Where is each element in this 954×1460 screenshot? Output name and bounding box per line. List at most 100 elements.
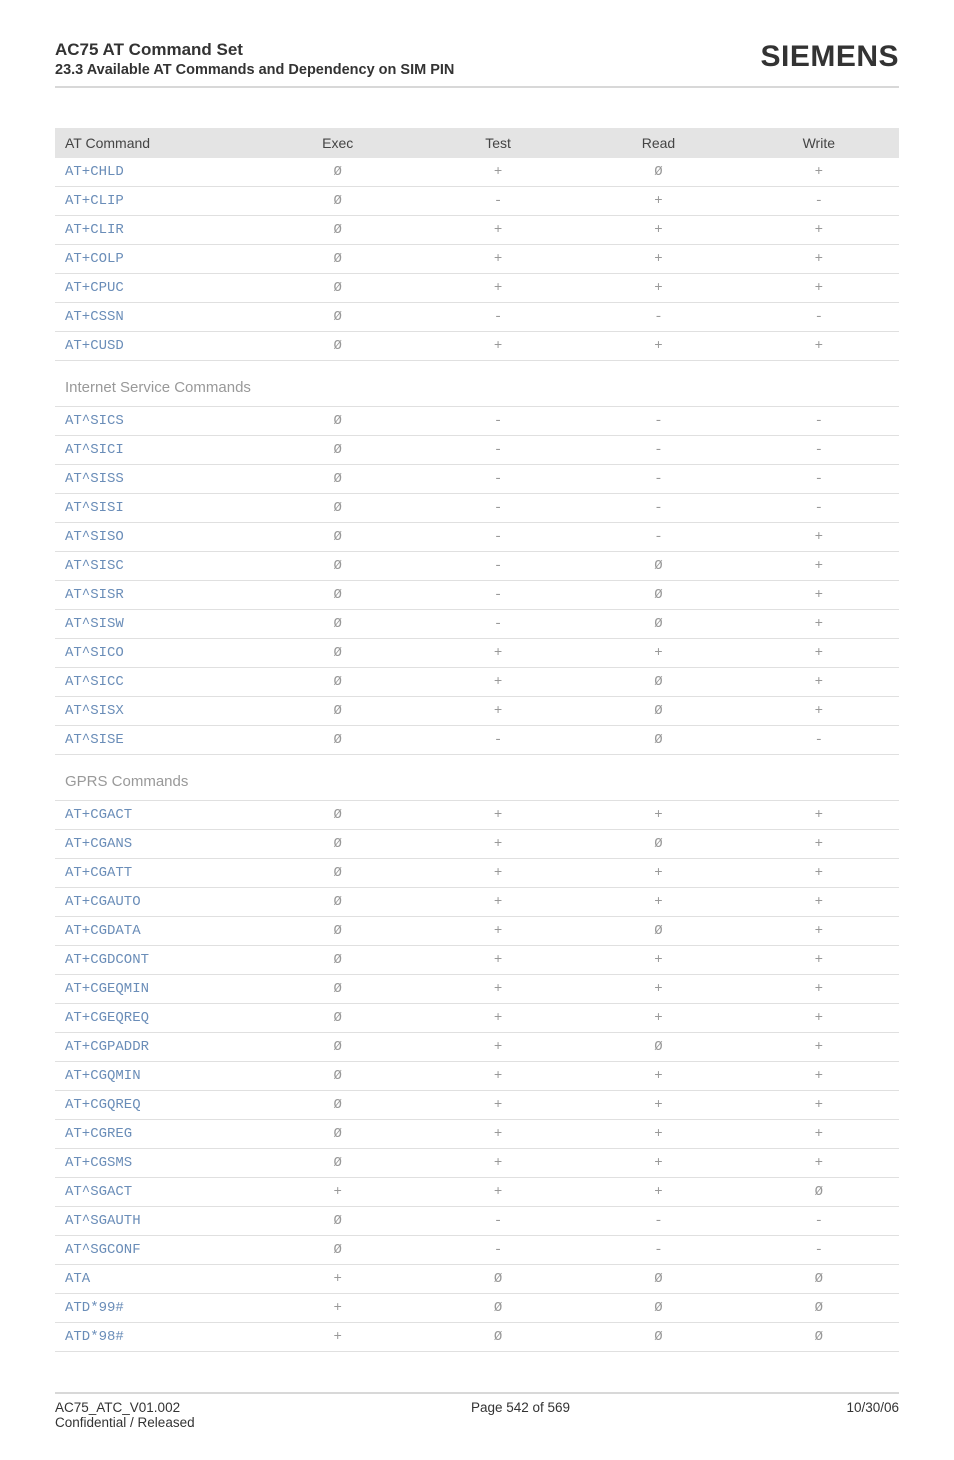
cell-exec: Ø [258,552,418,581]
at-command-link[interactable]: AT^SISX [55,697,258,726]
page-footer: AC75_ATC_V01.002 Confidential / Released… [55,1392,899,1430]
table-row: AT^SISWØ-Ø+ [55,610,899,639]
cell-test: + [418,830,578,859]
at-command-link[interactable]: AT+COLP [55,245,258,274]
col-test: Test [418,128,578,158]
at-command-link[interactable]: ATA [55,1265,258,1294]
at-command-link[interactable]: AT+CPUC [55,274,258,303]
cell-exec: Ø [258,245,418,274]
cell-test: - [418,187,578,216]
at-command-link[interactable]: ATD*99# [55,1294,258,1323]
cell-write: + [739,639,899,668]
table-row: AT+CGQMINØ+++ [55,1062,899,1091]
at-command-link[interactable]: AT^SISC [55,552,258,581]
table-row: AT^SISEØ-Ø- [55,726,899,755]
at-command-link[interactable]: AT^SGCONF [55,1236,258,1265]
cell-read: - [578,407,738,436]
cell-write: + [739,917,899,946]
at-command-link[interactable]: AT^SICC [55,668,258,697]
cell-write: + [739,552,899,581]
cell-write: + [739,581,899,610]
cell-write: + [739,274,899,303]
at-command-link[interactable]: AT+CGANS [55,830,258,859]
at-command-link[interactable]: ATD*98# [55,1323,258,1352]
table-row: AT^SISRØ-Ø+ [55,581,899,610]
cell-test: - [418,1236,578,1265]
table-row: AT+CGACTØ+++ [55,801,899,830]
cell-write: + [739,1091,899,1120]
cell-exec: Ø [258,639,418,668]
at-command-link[interactable]: AT+CHLD [55,158,258,187]
cell-write: Ø [739,1323,899,1352]
table-row: AT+CGPADDRØ+Ø+ [55,1033,899,1062]
at-command-link[interactable]: AT+CGDATA [55,917,258,946]
cell-read: - [578,1207,738,1236]
cell-test: + [418,274,578,303]
cell-exec: Ø [258,859,418,888]
section-title: Internet Service Commands [55,361,899,407]
cell-test: + [418,697,578,726]
at-command-link[interactable]: AT^SISS [55,465,258,494]
cell-exec: Ø [258,888,418,917]
cell-exec: + [258,1265,418,1294]
cell-exec: Ø [258,274,418,303]
at-command-link[interactable]: AT+CSSN [55,303,258,332]
cell-read: Ø [578,610,738,639]
cell-read: - [578,465,738,494]
table-row: AT+CLIRØ+++ [55,216,899,245]
at-command-link[interactable]: AT+CLIP [55,187,258,216]
cell-read: Ø [578,697,738,726]
at-command-link[interactable]: AT+CGEQMIN [55,975,258,1004]
cell-read: + [578,1091,738,1120]
table-row: AT^SICSØ--- [55,407,899,436]
at-command-link[interactable]: AT+CGATT [55,859,258,888]
cell-test: - [418,1207,578,1236]
cell-write: - [739,407,899,436]
at-command-link[interactable]: AT^SISO [55,523,258,552]
table-row: AT^SISOØ--+ [55,523,899,552]
cell-exec: Ø [258,975,418,1004]
at-command-link[interactable]: AT+CUSD [55,332,258,361]
cell-write: + [739,1120,899,1149]
at-command-link[interactable]: AT+CGDCONT [55,946,258,975]
at-command-link[interactable]: AT+CGQREQ [55,1091,258,1120]
cell-read: + [578,639,738,668]
at-command-link[interactable]: AT^SISE [55,726,258,755]
cell-test: Ø [418,1323,578,1352]
at-command-link[interactable]: AT+CLIR [55,216,258,245]
at-command-link[interactable]: AT+CGSMS [55,1149,258,1178]
footer-confidential: Confidential / Released [55,1415,195,1430]
cell-test: - [418,407,578,436]
at-command-link[interactable]: AT+CGEQREQ [55,1004,258,1033]
at-command-link[interactable]: AT^SISI [55,494,258,523]
at-command-link[interactable]: AT^SGAUTH [55,1207,258,1236]
cell-read: Ø [578,158,738,187]
cell-read: Ø [578,1033,738,1062]
cell-write: + [739,975,899,1004]
at-command-link[interactable]: AT+CGQMIN [55,1062,258,1091]
at-command-link[interactable]: AT^SICO [55,639,258,668]
cell-exec: Ø [258,494,418,523]
cell-read: + [578,801,738,830]
at-command-link[interactable]: AT+CGAUTO [55,888,258,917]
cell-read: + [578,1149,738,1178]
at-command-link[interactable]: AT+CGREG [55,1120,258,1149]
at-command-table: AT Command Exec Test Read Write AT+CHLD Ø… [55,128,899,1352]
table-header-row: AT Command Exec Test Read Write [55,128,899,158]
cell-read: + [578,1178,738,1207]
cell-exec: + [258,1294,418,1323]
cell-test: - [418,436,578,465]
at-command-link[interactable]: AT^SICI [55,436,258,465]
cell-exec: Ø [258,1091,418,1120]
at-command-link[interactable]: AT+CGACT [55,801,258,830]
cell-write: + [739,830,899,859]
at-command-link[interactable]: AT+CGPADDR [55,1033,258,1062]
table-row: AT+CGQREQØ+++ [55,1091,899,1120]
at-command-link[interactable]: AT^SICS [55,407,258,436]
at-command-link[interactable]: AT^SISR [55,581,258,610]
cell-write: + [739,216,899,245]
at-command-link[interactable]: AT^SISW [55,610,258,639]
cell-write: - [739,494,899,523]
cell-test: + [418,1091,578,1120]
at-command-link[interactable]: AT^SGACT [55,1178,258,1207]
